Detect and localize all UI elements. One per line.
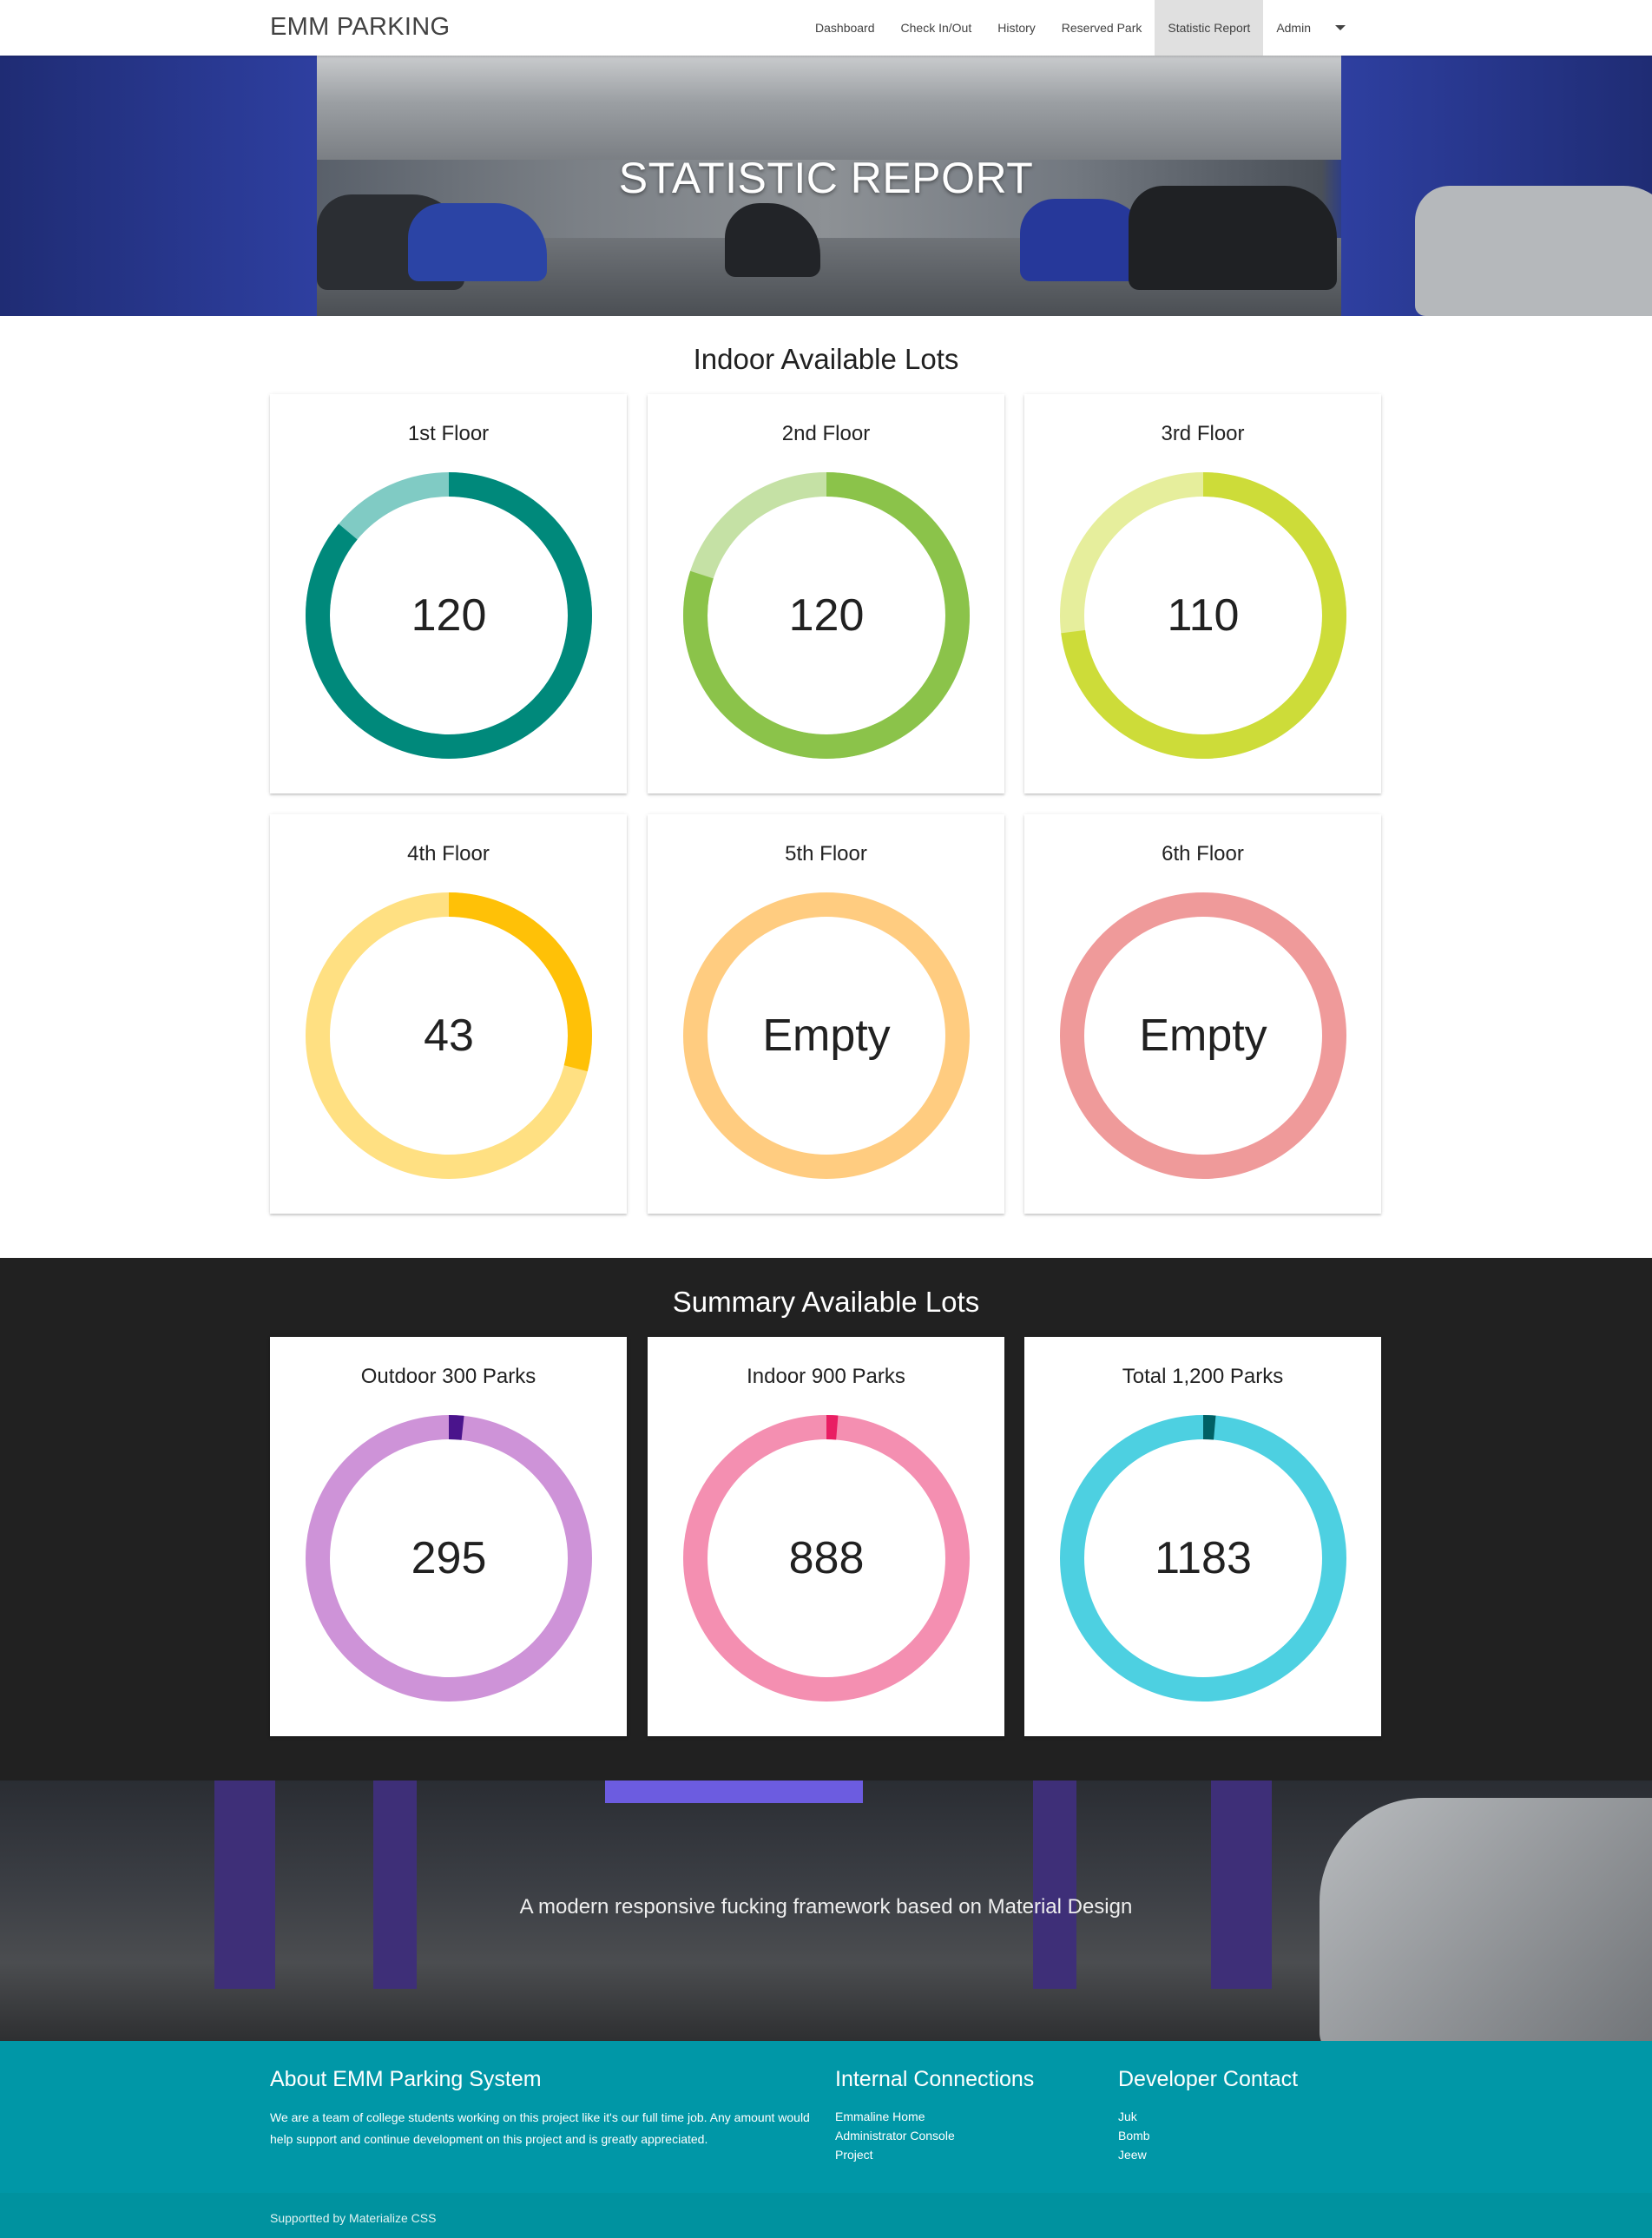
summary-section-title: Summary Available Lots [672, 1286, 980, 1318]
footer-link-admin-console[interactable]: Administrator Console [835, 2126, 955, 2145]
available-count: 888 [788, 1533, 865, 1583]
brand-logo[interactable]: EMM PARKING [270, 13, 450, 42]
footer-copyright: Supportted by Materialize CSS [270, 2211, 437, 2225]
footer-link-project[interactable]: Project [835, 2145, 955, 2164]
nav-link-history[interactable]: History [984, 0, 1049, 56]
parallax-banner-image: A modern responsive fucking framework ba… [0, 1781, 1652, 2041]
page-title: STATISTIC REPORT [618, 154, 1034, 202]
footer-contact-jeew[interactable]: Jeew [1118, 2145, 1150, 2164]
donut-chart: 120 [306, 472, 592, 759]
nav-menu: Dashboard Check In/Out History Reserved … [802, 0, 1359, 56]
donut-chart: 110 [1060, 472, 1346, 759]
footer-contact-juk[interactable]: Juk [1118, 2107, 1150, 2126]
donut-chart: 888 [683, 1415, 970, 1702]
available-count: 295 [411, 1533, 487, 1583]
nav-link-statistic-report[interactable]: Statistic Report [1155, 0, 1264, 56]
summary-card: Total 1,200 Parks 1183 [1024, 1337, 1381, 1736]
available-count: 43 [424, 1010, 474, 1061]
donut-chart: 1183 [1060, 1415, 1346, 1702]
available-count: Empty [1139, 1010, 1267, 1061]
available-count: 1183 [1155, 1533, 1252, 1583]
footer-connections-title: Internal Connections [835, 2067, 1035, 2091]
donut-chart: Empty [683, 892, 970, 1179]
floor-card-title: 5th Floor [785, 842, 867, 866]
donut-chart: 295 [306, 1415, 592, 1702]
footer-contact-bomb[interactable]: Bomb [1118, 2126, 1150, 2145]
footer-connections-list: Emmaline Home Administrator Console Proj… [835, 2107, 955, 2164]
caret-down-icon [1335, 25, 1346, 30]
indoor-section-title: Indoor Available Lots [693, 343, 959, 375]
hero-parallax-image: STATISTIC REPORT [0, 56, 1652, 316]
floor-card: 6th Floor Empty [1024, 814, 1381, 1214]
footer-contact-list: Juk Bomb Jeew [1118, 2107, 1150, 2164]
footer-contact-title: Developer Contact [1118, 2067, 1299, 2091]
floor-card: 2nd Floor 120 [648, 394, 1004, 793]
nav-link-reserved-park[interactable]: Reserved Park [1049, 0, 1155, 56]
donut-chart: 43 [306, 892, 592, 1179]
summary-card-title: Total 1,200 Parks [1122, 1365, 1284, 1388]
nav-link-admin-label: Admin [1276, 21, 1311, 35]
floor-card: 3rd Floor 110 [1024, 394, 1381, 793]
footer-copyright-bar [0, 2193, 1652, 2238]
nav-link-admin-dropdown[interactable]: Admin [1263, 0, 1359, 56]
nav-link-dashboard[interactable]: Dashboard [802, 0, 888, 56]
summary-card-title: Outdoor 300 Parks [360, 1365, 536, 1388]
available-count: Empty [762, 1010, 891, 1061]
summary-card: Indoor 900 Parks 888 [648, 1337, 1004, 1736]
available-count: 120 [411, 590, 487, 641]
floor-card: 5th Floor Empty [648, 814, 1004, 1214]
floor-card-title: 4th Floor [407, 842, 490, 866]
footer-about-title: About EMM Parking System [270, 2067, 542, 2091]
floor-card-title: 3rd Floor [1161, 422, 1245, 445]
page-footer: About EMM Parking System We are a team o… [0, 2041, 1652, 2238]
available-count: 120 [788, 590, 865, 641]
floor-card-title: 2nd Floor [781, 422, 871, 445]
donut-chart: 120 [683, 472, 970, 759]
donut-chart: Empty [1060, 892, 1346, 1179]
footer-about-text: We are a team of college students workin… [270, 2110, 810, 2146]
nav-link-check-in-out[interactable]: Check In/Out [888, 0, 985, 56]
floor-card: 4th Floor 43 [270, 814, 627, 1214]
floor-card-title: 1st Floor [407, 422, 490, 445]
summary-card: Outdoor 300 Parks 295 [270, 1337, 627, 1736]
floor-card-title: 6th Floor [1162, 842, 1244, 866]
top-navbar: EMM PARKING Dashboard Check In/Out Histo… [0, 0, 1652, 56]
floor-card: 1st Floor 120 [270, 394, 627, 793]
summary-card-title: Indoor 900 Parks [747, 1365, 905, 1388]
footer-link-emmaline-home[interactable]: Emmaline Home [835, 2107, 955, 2126]
banner-tagline: A modern responsive fucking framework ba… [519, 1895, 1133, 1919]
available-count: 110 [1167, 590, 1240, 641]
